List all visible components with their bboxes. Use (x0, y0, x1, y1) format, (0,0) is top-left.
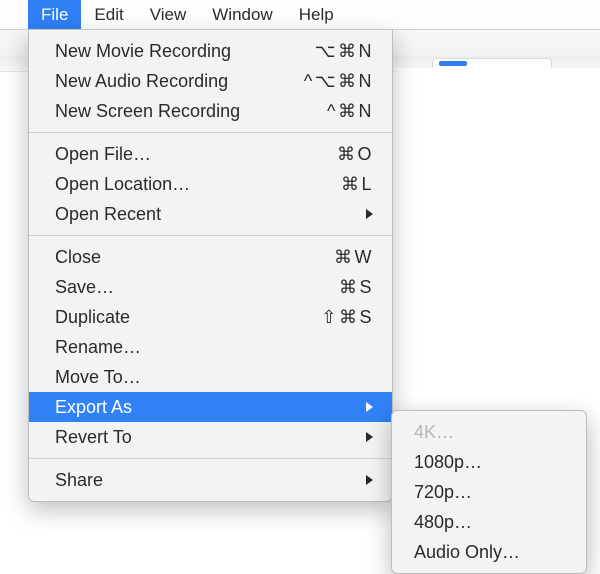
submenu-item-1080p[interactable]: 1080p… (392, 447, 586, 477)
menu-window-label: Window (212, 5, 272, 25)
menu-separator (29, 235, 392, 236)
menu-item-shortcut: ⇧⌘S (294, 307, 374, 328)
menu-item-new-movie-recording[interactable]: New Movie Recording ⌥⌘N (29, 36, 392, 66)
menu-item-export-as[interactable]: Export As (29, 392, 392, 422)
menu-item-label: Revert To (55, 427, 355, 448)
menu-view-label: View (150, 5, 187, 25)
menu-file-label: File (41, 5, 68, 25)
submenu-item-4k: 4K… (392, 417, 586, 447)
menu-item-share[interactable]: Share (29, 465, 392, 495)
menu-item-new-audio-recording[interactable]: New Audio Recording ^⌥⌘N (29, 66, 392, 96)
menu-item-label: New Movie Recording (55, 41, 294, 62)
menu-item-label: New Audio Recording (55, 71, 294, 92)
submenu-item-label: 720p… (414, 482, 566, 503)
file-dropdown: New Movie Recording ⌥⌘N New Audio Record… (28, 30, 393, 502)
menu-item-label: New Screen Recording (55, 101, 294, 122)
menu-help-label: Help (299, 5, 334, 25)
menu-item-open-location[interactable]: Open Location… ⌘L (29, 169, 392, 199)
menu-item-duplicate[interactable]: Duplicate ⇧⌘S (29, 302, 392, 332)
submenu-arrow-icon (365, 401, 374, 413)
menu-file[interactable]: File (28, 0, 81, 29)
menu-view[interactable]: View (137, 0, 200, 29)
menu-item-new-screen-recording[interactable]: New Screen Recording ^⌘N (29, 96, 392, 126)
menu-separator (29, 458, 392, 459)
menu-item-shortcut: ⌥⌘N (294, 41, 374, 62)
menu-help[interactable]: Help (286, 0, 347, 29)
submenu-arrow-icon (365, 208, 374, 220)
submenu-arrow-icon (365, 474, 374, 486)
menu-item-label: Move To… (55, 367, 374, 388)
menu-edit[interactable]: Edit (81, 0, 136, 29)
submenu-item-label: 4K… (414, 422, 566, 443)
menu-item-label: Open Location… (55, 174, 294, 195)
submenu-item-label: Audio Only… (414, 542, 566, 563)
menu-item-label: Close (55, 247, 294, 268)
menu-item-label: Open Recent (55, 204, 355, 225)
submenu-item-label: 1080p… (414, 452, 566, 473)
menu-item-open-recent[interactable]: Open Recent (29, 199, 392, 229)
menu-item-label: Share (55, 470, 355, 491)
submenu-item-label: 480p… (414, 512, 566, 533)
menu-bar-leading-space (0, 0, 28, 29)
menu-item-label: Open File… (55, 144, 294, 165)
submenu-item-audio-only[interactable]: Audio Only… (392, 537, 586, 567)
menu-item-open-file[interactable]: Open File… ⌘O (29, 139, 392, 169)
menu-item-shortcut: ⌘O (294, 144, 374, 165)
menu-window[interactable]: Window (199, 0, 285, 29)
menu-separator (29, 132, 392, 133)
menu-item-label: Export As (55, 397, 355, 418)
submenu-item-480p[interactable]: 480p… (392, 507, 586, 537)
menu-item-shortcut: ⌘L (294, 174, 374, 195)
submenu-arrow-icon (365, 431, 374, 443)
menu-item-label: Duplicate (55, 307, 294, 328)
window-tab-strip (432, 58, 552, 68)
menu-item-rename[interactable]: Rename… (29, 332, 392, 362)
menu-item-close[interactable]: Close ⌘W (29, 242, 392, 272)
menu-item-revert-to[interactable]: Revert To (29, 422, 392, 452)
menu-item-label: Save… (55, 277, 294, 298)
menu-item-shortcut: ^⌘N (294, 101, 374, 122)
menu-bar: File Edit View Window Help (0, 0, 600, 30)
menu-item-shortcut: ^⌥⌘N (294, 71, 374, 92)
menu-item-save[interactable]: Save… ⌘S (29, 272, 392, 302)
menu-item-label: Rename… (55, 337, 374, 358)
export-as-submenu: 4K… 1080p… 720p… 480p… Audio Only… (391, 410, 587, 574)
menu-item-shortcut: ⌘S (294, 277, 374, 298)
submenu-item-720p[interactable]: 720p… (392, 477, 586, 507)
menu-item-move-to[interactable]: Move To… (29, 362, 392, 392)
menu-item-shortcut: ⌘W (294, 247, 374, 268)
menu-edit-label: Edit (94, 5, 123, 25)
